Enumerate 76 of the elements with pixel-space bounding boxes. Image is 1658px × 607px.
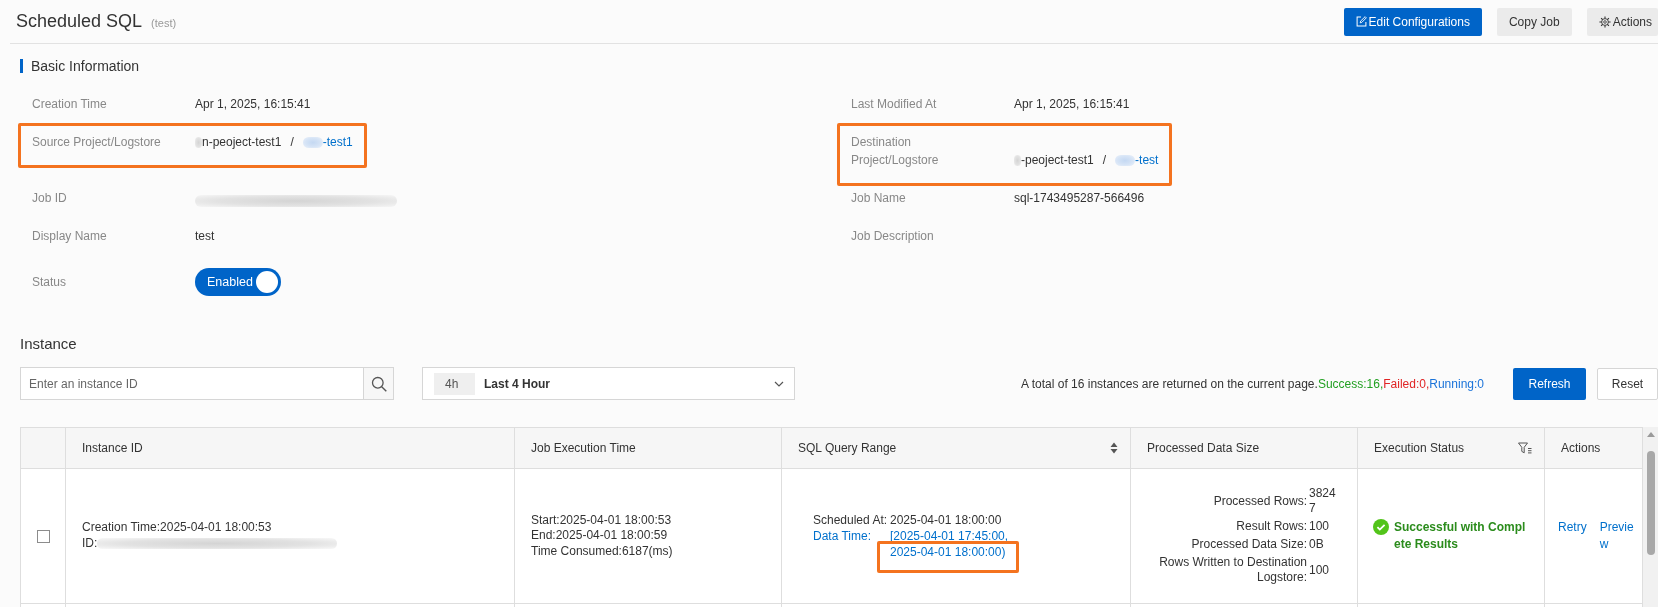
edit-icon bbox=[1355, 16, 1367, 27]
actions-menu-button[interactable]: Actions bbox=[1586, 7, 1658, 36]
field-label: Job ID bbox=[32, 190, 68, 207]
logstore-link[interactable]: -test1 bbox=[322, 133, 353, 151]
reset-button[interactable]: Reset bbox=[1597, 367, 1658, 400]
caret-down-icon bbox=[774, 380, 784, 387]
time-range-select[interactable]: 4h Last 4 Hour bbox=[422, 367, 795, 400]
column-header: SQL Query Range bbox=[798, 441, 897, 455]
data-time-end[interactable]: 2025-04-01 18:00:00) bbox=[890, 544, 1006, 559]
check-circle-icon bbox=[1373, 518, 1389, 535]
field-label: Source Project/Logstore bbox=[32, 134, 162, 151]
status-text: Successful with Complete Results bbox=[1394, 518, 1527, 553]
refresh-button[interactable]: Refresh bbox=[1513, 367, 1586, 400]
status-count: Failed:0, bbox=[1383, 376, 1430, 391]
sort-icon[interactable] bbox=[1110, 442, 1118, 454]
status-count: Running:0 bbox=[1429, 376, 1484, 391]
creation-time-text: Creation Time:2025-04-01 18:00:53 bbox=[82, 520, 273, 536]
copy-button[interactable]: Copy Job bbox=[1496, 7, 1572, 36]
column-header: Instance ID bbox=[82, 441, 143, 455]
column-header: Job Execution Time bbox=[531, 441, 636, 455]
page-title: Scheduled SQL bbox=[16, 11, 143, 32]
instance-id-label: ID: bbox=[82, 535, 98, 552]
field-label: Job Name bbox=[851, 190, 907, 207]
field-value: sql-1743495287-566496 bbox=[1014, 190, 1145, 207]
time-range-tag: 4h bbox=[434, 372, 475, 395]
logstore-link[interactable]: -test bbox=[1135, 151, 1159, 169]
summary-text: A total of 16 instances are returned on the current page. bbox=[1021, 376, 1318, 391]
section-title: Instance bbox=[20, 334, 78, 354]
status-count: Success:16, bbox=[1317, 376, 1384, 391]
column-header: Execution Status bbox=[1374, 441, 1465, 455]
filter-icon[interactable] bbox=[1518, 442, 1532, 454]
scroll-up-arrow-icon[interactable] bbox=[1646, 432, 1655, 437]
action-link[interactable]: Preview bbox=[1599, 518, 1634, 553]
project-name: -peoject-test1 bbox=[1021, 152, 1094, 169]
metric-value: 100 bbox=[1309, 562, 1331, 578]
field-label: Creation Time bbox=[32, 96, 108, 113]
metric-value: 100 bbox=[1309, 519, 1331, 535]
action-link[interactable]: Retry bbox=[1558, 518, 1587, 536]
data-time-label: Data Time: bbox=[813, 527, 873, 544]
column-header: Processed Data Size bbox=[1147, 441, 1260, 455]
field-value: Apr 1, 2025, 16:15:41 bbox=[195, 96, 311, 113]
execution-time-text: End:2025-04-01 18:00:59 bbox=[531, 528, 669, 544]
scrollbar-thumb[interactable] bbox=[1646, 451, 1655, 555]
field-label: Status bbox=[32, 274, 68, 291]
page-subtitle: (test) bbox=[151, 17, 177, 29]
section-accent-bar bbox=[20, 59, 23, 73]
status-toggle[interactable]: Enabled bbox=[195, 268, 281, 296]
scheduled-at-value: 2025-04-01 18:00:00 bbox=[890, 511, 1003, 528]
field-label: Destination Project/Logstore bbox=[851, 134, 940, 169]
project-name: n-peoject-test1 bbox=[202, 134, 282, 151]
field-label: Last Modified At bbox=[851, 96, 938, 113]
column-header: Actions bbox=[1561, 441, 1601, 455]
field-value: test bbox=[195, 228, 215, 245]
field-label: Job Description bbox=[851, 228, 935, 245]
metric-value: 38247 bbox=[1309, 486, 1337, 517]
path-separator: / bbox=[1102, 152, 1107, 169]
field-label: Display Name bbox=[32, 228, 108, 245]
scheduled-at-label: Scheduled At: bbox=[813, 511, 889, 528]
execution-time-text: Time Consumed:6187(ms) bbox=[531, 543, 674, 559]
metric-value: 0B bbox=[1309, 537, 1325, 553]
metric-label: Rows Written to Destination Logstore: bbox=[1158, 555, 1307, 586]
search-field[interactable]: Enter an instance ID bbox=[20, 367, 363, 400]
row-checkbox[interactable] bbox=[36, 529, 50, 543]
metric-label: Processed Data Size: bbox=[1190, 537, 1307, 553]
field-value: Apr 1, 2025, 16:15:41 bbox=[1014, 96, 1130, 113]
settings-icon bbox=[1598, 15, 1611, 28]
search-button[interactable] bbox=[363, 367, 394, 400]
path-separator: / bbox=[290, 134, 294, 151]
section-title: Basic Information bbox=[31, 58, 140, 74]
data-time-start[interactable]: [2025-04-01 17:45:00, bbox=[890, 527, 1009, 544]
edit-button[interactable]: Edit Configurations bbox=[1343, 7, 1482, 36]
metric-label: Processed Rows: bbox=[1212, 493, 1307, 509]
execution-time-text: Start:2025-04-01 18:00:53 bbox=[531, 512, 673, 528]
search-icon bbox=[370, 375, 387, 392]
scrollbar[interactable] bbox=[1643, 427, 1658, 607]
metric-label: Result Rows: bbox=[1235, 519, 1307, 535]
